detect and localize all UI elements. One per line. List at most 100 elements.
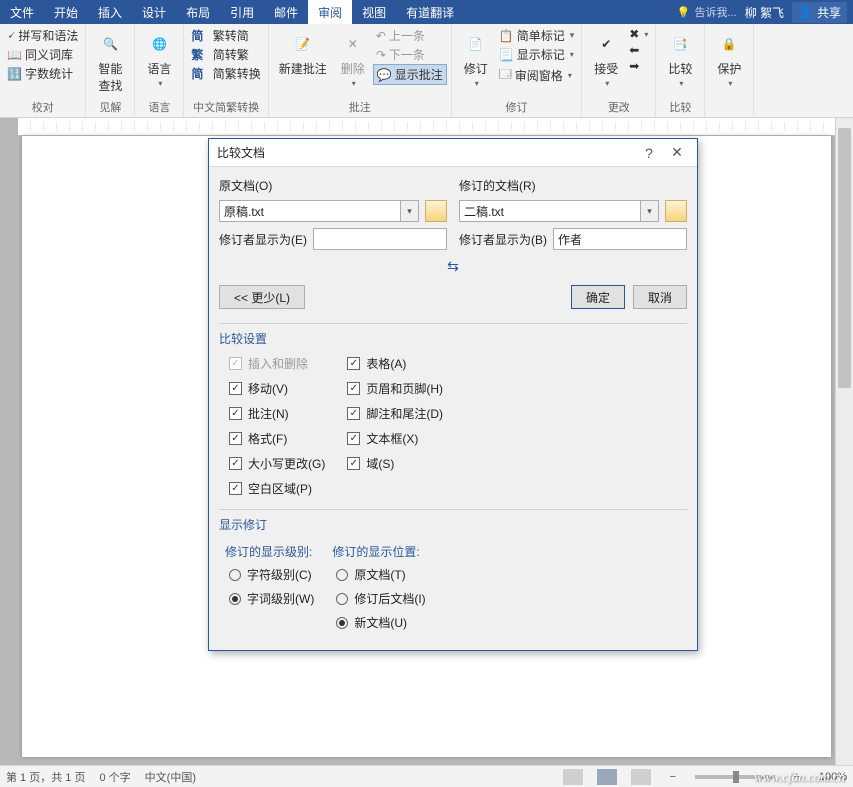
checkbox-box	[229, 482, 242, 495]
swap-icon[interactable]: ⇆	[447, 258, 459, 274]
spelling-grammar-button[interactable]: 🗸拼写和语法	[4, 26, 81, 45]
view-print-button[interactable]	[597, 769, 617, 785]
chevron-down-icon[interactable]: ▾	[640, 201, 658, 221]
tab-insert[interactable]: 插入	[88, 0, 132, 24]
checkbox-批注(N)[interactable]: 批注(N)	[229, 405, 325, 422]
status-language[interactable]: 中文(中国)	[145, 769, 196, 785]
status-words[interactable]: 0 个字	[99, 769, 130, 785]
radio-新文档(U)[interactable]: 新文档(U)	[326, 614, 425, 631]
checkbox-移动(V)[interactable]: 移动(V)	[229, 380, 325, 397]
dialog-close-button[interactable]: ✕	[663, 144, 691, 161]
original-reviser-input[interactable]	[313, 228, 447, 250]
checkbox-脚注和尾注(D)[interactable]: 脚注和尾注(D)	[347, 405, 443, 422]
view-read-button[interactable]	[563, 769, 583, 785]
review-pane-button[interactable]: 🗔审阅窗格	[496, 64, 578, 87]
ok-button[interactable]: 确定	[571, 285, 625, 309]
radio-字词级别(W)[interactable]: 字词级别(W)	[219, 590, 314, 607]
checkbox-box	[229, 357, 242, 370]
next-comment-button[interactable]: ↷下一条	[373, 45, 447, 64]
dialog-help-button[interactable]: ?	[635, 145, 663, 161]
user-name[interactable]: 柳 絮飞	[745, 4, 784, 21]
checkbox-格式(F)[interactable]: 格式(F)	[229, 430, 325, 447]
prev-change-icon: ⬅	[629, 43, 639, 57]
tab-review[interactable]: 审阅	[308, 0, 352, 24]
simp-to-trad-button[interactable]: 繁 简转繁	[188, 45, 263, 64]
checkbox-label: 移动(V)	[248, 380, 288, 397]
reject-button[interactable]: ✖	[626, 26, 651, 42]
tab-layout[interactable]: 布局	[176, 0, 220, 24]
view-web-button[interactable]	[631, 769, 651, 785]
status-page[interactable]: 第 1 页，共 1 页	[6, 769, 85, 785]
checkbox-label: 插入和删除	[248, 355, 308, 372]
group-tracking-label: 修订	[456, 99, 578, 117]
chevron-down-icon[interactable]: ▾	[400, 201, 418, 221]
trad-to-simp-button[interactable]: 简 繁转简	[188, 26, 263, 45]
protect-button[interactable]: 🔒保护	[709, 26, 749, 115]
radio-修订后文档(I)[interactable]: 修订后文档(I)	[326, 590, 425, 607]
thesaurus-button[interactable]: 📖同义词库	[4, 45, 81, 64]
word-count-button[interactable]: 🔢字数统计	[4, 64, 81, 83]
change-position-header: 修订的显示位置:	[332, 543, 425, 560]
lookup-icon: 🔍	[96, 30, 124, 58]
checkbox-大小写更改(G)[interactable]: 大小写更改(G)	[229, 455, 325, 472]
status-bar: 第 1 页，共 1 页 0 个字 中文(中国) − + 100%	[0, 765, 853, 787]
checkbox-label: 脚注和尾注(D)	[366, 405, 443, 422]
next-change-button[interactable]: ➡	[626, 58, 651, 74]
tab-view[interactable]: 视图	[352, 0, 396, 24]
markup-mode-dropdown[interactable]: 📋简单标记▾	[496, 26, 578, 45]
revised-doc-dropdown[interactable]: 二稿.txt▾	[459, 200, 659, 222]
dialog-title: 比较文档	[217, 144, 265, 161]
checkbox-box	[347, 407, 360, 420]
vertical-scrollbar[interactable]	[835, 118, 853, 765]
ruler[interactable]	[18, 118, 835, 136]
compare-button[interactable]: 📑比较	[660, 26, 700, 99]
smart-lookup-button[interactable]: 🔍智能 查找	[90, 26, 130, 99]
checkbox-空白区域(P)[interactable]: 空白区域(P)	[229, 480, 325, 497]
original-doc-label: 原文档(O)	[219, 177, 447, 194]
tab-home[interactable]: 开始	[44, 0, 88, 24]
checkbox-文本框(X)[interactable]: 文本框(X)	[347, 430, 443, 447]
tab-youdao[interactable]: 有道翻译	[396, 0, 464, 24]
change-level-header: 修订的显示级别:	[225, 543, 314, 560]
radio-circle	[229, 593, 241, 605]
delete-comment-button[interactable]: ✕删除	[333, 26, 373, 99]
checkbox-表格(A)[interactable]: 表格(A)	[347, 355, 443, 372]
show-comments-button[interactable]: 💬显示批注	[373, 64, 447, 85]
new-comment-icon: 📝	[289, 30, 317, 58]
original-doc-dropdown[interactable]: 原稿.txt▾	[219, 200, 419, 222]
language-button[interactable]: 🌐语言	[139, 26, 179, 99]
cancel-button[interactable]: 取消	[633, 285, 687, 309]
revised-browse-button[interactable]	[665, 200, 687, 222]
radio-字符级别(C)[interactable]: 字符级别(C)	[219, 566, 314, 583]
share-button[interactable]: 👤共享	[792, 2, 847, 23]
bulb-icon: 💡	[677, 6, 691, 19]
tab-design[interactable]: 设计	[132, 0, 176, 24]
show-markup-button[interactable]: 📃显示标记	[496, 45, 578, 64]
tab-file[interactable]: 文件	[0, 0, 44, 24]
zoom-minus-button[interactable]: −	[665, 771, 681, 783]
new-comment-button[interactable]: 📝新建批注	[273, 26, 333, 99]
original-browse-button[interactable]	[425, 200, 447, 222]
radio-原文档(T)[interactable]: 原文档(T)	[326, 566, 425, 583]
prev-comment-button[interactable]: ↶上一条	[373, 26, 447, 45]
checkbox-box	[229, 457, 242, 470]
radio-label: 原文档(T)	[354, 566, 405, 583]
person-icon: 👤	[798, 5, 813, 19]
scrollbar-thumb[interactable]	[838, 128, 851, 388]
prev-change-button[interactable]: ⬅	[626, 42, 651, 58]
track-changes-button[interactable]: 📄修订	[456, 26, 496, 99]
revised-reviser-input[interactable]: 作者	[553, 228, 687, 250]
checkbox-域(S)[interactable]: 域(S)	[347, 455, 443, 472]
less-button[interactable]: << 更少(L)	[219, 285, 305, 309]
reject-icon: ✖	[629, 27, 639, 41]
book-icon: 📖	[7, 48, 22, 62]
checkbox-页眉和页脚(H)[interactable]: 页眉和页脚(H)	[347, 380, 443, 397]
checkbox-box	[229, 407, 242, 420]
accept-button[interactable]: ✔接受	[586, 26, 626, 99]
tell-me[interactable]: 💡告诉我...	[677, 4, 737, 20]
checkbox-box	[229, 432, 242, 445]
tab-mail[interactable]: 邮件	[264, 0, 308, 24]
chinese-convert-button[interactable]: 简 简繁转换	[188, 64, 263, 83]
menu-tabs: 文件 开始 插入 设计 布局 引用 邮件 审阅 视图 有道翻译 💡告诉我... …	[0, 0, 853, 24]
tab-references[interactable]: 引用	[220, 0, 264, 24]
